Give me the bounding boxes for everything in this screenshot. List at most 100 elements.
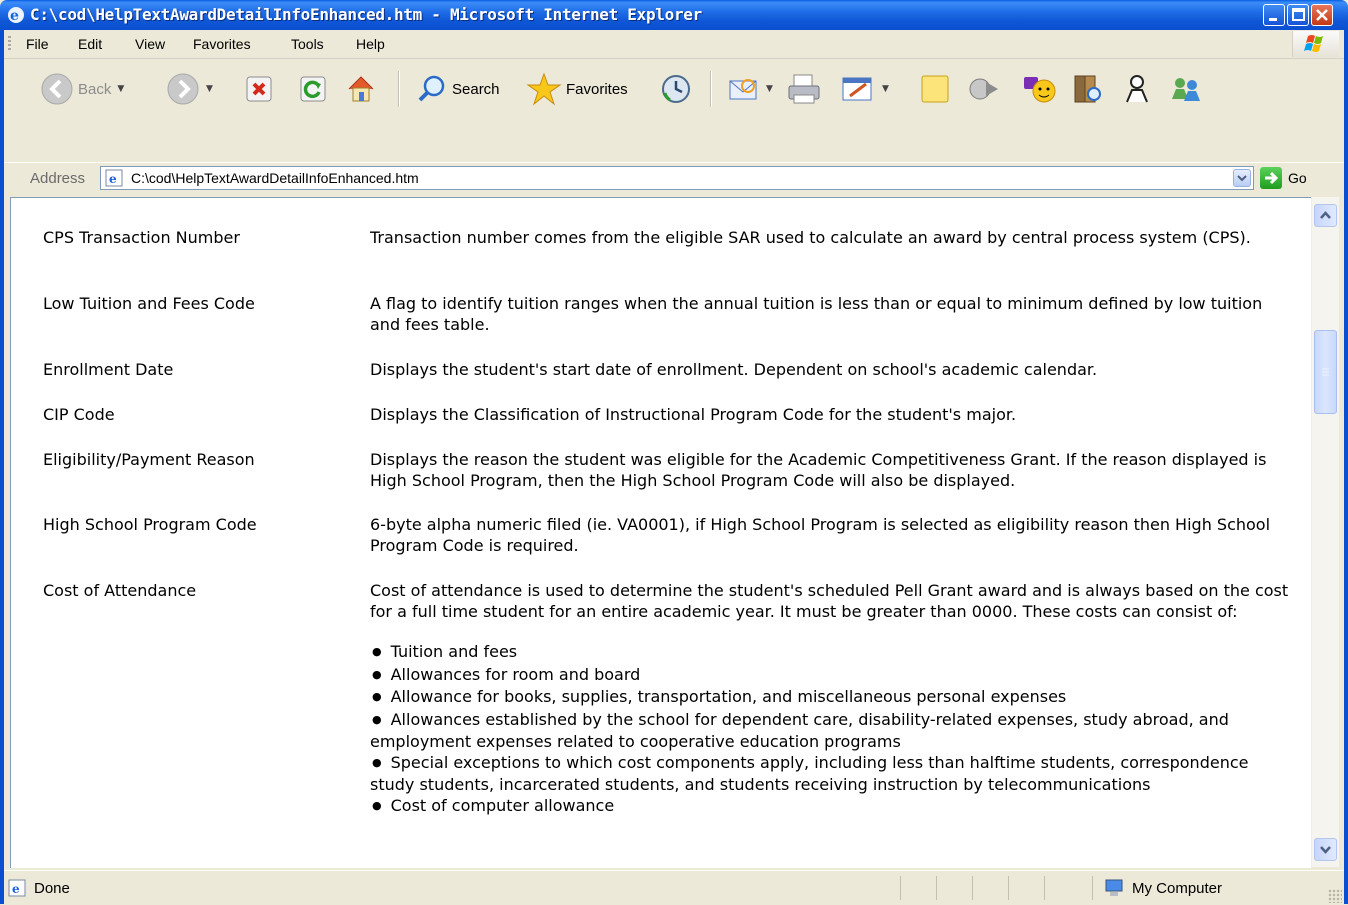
forward-dropdown-icon[interactable]: ▼	[206, 84, 213, 94]
help-definition: Transaction number comes from the eligib…	[370, 228, 1251, 247]
page-icon: e	[105, 169, 123, 187]
contacts-button[interactable]	[1168, 67, 1204, 111]
list-item: Allowances for room and board	[370, 665, 1295, 688]
menu-file[interactable]: File	[26, 36, 49, 52]
stop-button[interactable]	[244, 67, 274, 111]
chevron-up-icon	[1320, 211, 1331, 219]
chevron-down-icon	[1237, 175, 1247, 182]
edit-button[interactable]: ▼	[840, 67, 889, 111]
resize-grip[interactable]	[1328, 889, 1342, 903]
help-term: CPS Transaction Number	[43, 228, 240, 247]
print-button[interactable]	[786, 67, 822, 111]
maximize-button[interactable]	[1287, 4, 1309, 26]
refresh-icon	[300, 76, 326, 102]
user-button[interactable]	[1120, 67, 1154, 111]
scroll-down-button[interactable]	[1314, 838, 1337, 861]
favorites-button[interactable]: Favorites	[526, 67, 628, 111]
address-url[interactable]: C:\cod\HelpTextAwardDetailInfoEnhanced.h…	[131, 170, 419, 186]
help-definition: Cost of attendance is used to determine …	[370, 581, 1289, 621]
contacts-icon	[1172, 78, 1200, 101]
media-button[interactable]	[966, 67, 1000, 111]
address-bar: Address e C:\cod\HelpTextAwardDetailInfo…	[4, 162, 1344, 196]
address-field[interactable]: e C:\cod\HelpTextAwardDetailInfoEnhanced…	[100, 166, 1254, 190]
maximize-icon	[1292, 8, 1305, 21]
help-term: Cost of Attendance	[43, 581, 197, 600]
user-icon	[1126, 75, 1148, 103]
research-button[interactable]	[1070, 67, 1104, 111]
mail-button[interactable]: ▼	[726, 67, 773, 111]
thumb-grip-icon	[1322, 368, 1329, 376]
go-arrow-icon	[1260, 167, 1282, 189]
security-zone: My Computer	[1132, 880, 1223, 897]
vertical-scrollbar[interactable]	[1311, 197, 1339, 867]
close-button[interactable]	[1311, 4, 1333, 26]
menu-favorites[interactable]: Favorites	[193, 36, 251, 52]
discuss-button[interactable]	[918, 67, 952, 111]
windows-logo	[1292, 31, 1339, 57]
back-label: Back	[78, 80, 112, 98]
list-item: Tuition and fees	[370, 642, 1295, 665]
scroll-thumb[interactable]	[1314, 330, 1337, 414]
messenger-button[interactable]	[1022, 67, 1058, 111]
back-dropdown-icon[interactable]: ▼	[117, 84, 124, 94]
history-icon	[662, 75, 690, 103]
refresh-button[interactable]	[298, 67, 328, 111]
toolbar-separator	[398, 71, 400, 107]
back-button[interactable]: Back ▼	[40, 67, 124, 111]
mail-dropdown-icon[interactable]: ▼	[766, 84, 773, 94]
list-item: Allowance for books, supplies, transport…	[370, 687, 1295, 710]
address-dropdown-button[interactable]	[1233, 169, 1251, 187]
note-icon	[921, 75, 949, 103]
address-label: Address	[30, 170, 86, 187]
title-bar[interactable]: e C:\cod\HelpTextAwardDetailInfoEnhanced…	[0, 0, 1348, 30]
svg-text:e: e	[10, 8, 19, 24]
ie-page-icon: e	[8, 879, 26, 897]
home-icon	[348, 76, 374, 102]
print-icon	[788, 74, 820, 104]
mail-icon	[729, 79, 757, 100]
close-icon	[1316, 9, 1328, 21]
status-cell	[1044, 876, 1045, 900]
search-button[interactable]: Search	[416, 67, 500, 111]
help-term: Enrollment Date	[43, 360, 174, 379]
history-button[interactable]	[660, 67, 692, 111]
menu-view[interactable]: View	[135, 36, 165, 52]
menu-tools[interactable]: Tools	[291, 36, 324, 52]
status-cell	[1092, 876, 1093, 900]
scroll-up-button[interactable]	[1314, 204, 1337, 227]
toolbar-separator	[710, 71, 712, 107]
status-bar: e Done My Computer	[4, 870, 1344, 905]
forward-icon	[167, 73, 199, 105]
edit-dropdown-icon[interactable]: ▼	[882, 84, 889, 94]
minimize-icon	[1269, 18, 1277, 21]
menu-grip[interactable]	[8, 36, 11, 52]
list-item: Cost of computer allowance	[370, 796, 1295, 819]
standard-toolbar: Back ▼ ▼ Search Favorites ▼ ▼	[4, 59, 1344, 162]
status-cell	[936, 876, 937, 900]
window-frame-right	[1344, 30, 1348, 904]
svg-text:e: e	[12, 882, 20, 896]
messenger-icon	[1024, 77, 1056, 103]
help-definition: Displays the Classification of Instructi…	[370, 405, 1017, 424]
home-button[interactable]	[344, 67, 378, 111]
list-item: Allowances established by the school for…	[370, 710, 1295, 753]
status-cell	[900, 876, 901, 900]
help-definition: 6-byte alpha numeric filed (ie. VA0001),…	[370, 515, 1271, 555]
search-label: Search	[452, 80, 500, 98]
list-item: Special exceptions to which cost compone…	[370, 753, 1295, 796]
menu-help[interactable]: Help	[356, 36, 385, 52]
help-definition: A flag to identify tuition ranges when t…	[370, 294, 1263, 334]
forward-button[interactable]: ▼	[166, 67, 213, 111]
minimize-button[interactable]	[1263, 4, 1285, 26]
status-cell	[972, 876, 973, 900]
help-term: Low Tuition and Fees Code	[43, 294, 255, 313]
stop-icon	[246, 76, 272, 102]
status-cell	[1008, 876, 1009, 900]
menu-edit[interactable]: Edit	[78, 36, 102, 52]
computer-icon	[1105, 879, 1123, 896]
go-button[interactable]: Go	[1260, 166, 1307, 190]
favorites-star-icon	[526, 72, 562, 106]
go-label: Go	[1288, 170, 1307, 186]
help-term: Eligibility/Payment Reason	[43, 450, 255, 469]
chevron-down-icon	[1320, 846, 1331, 854]
